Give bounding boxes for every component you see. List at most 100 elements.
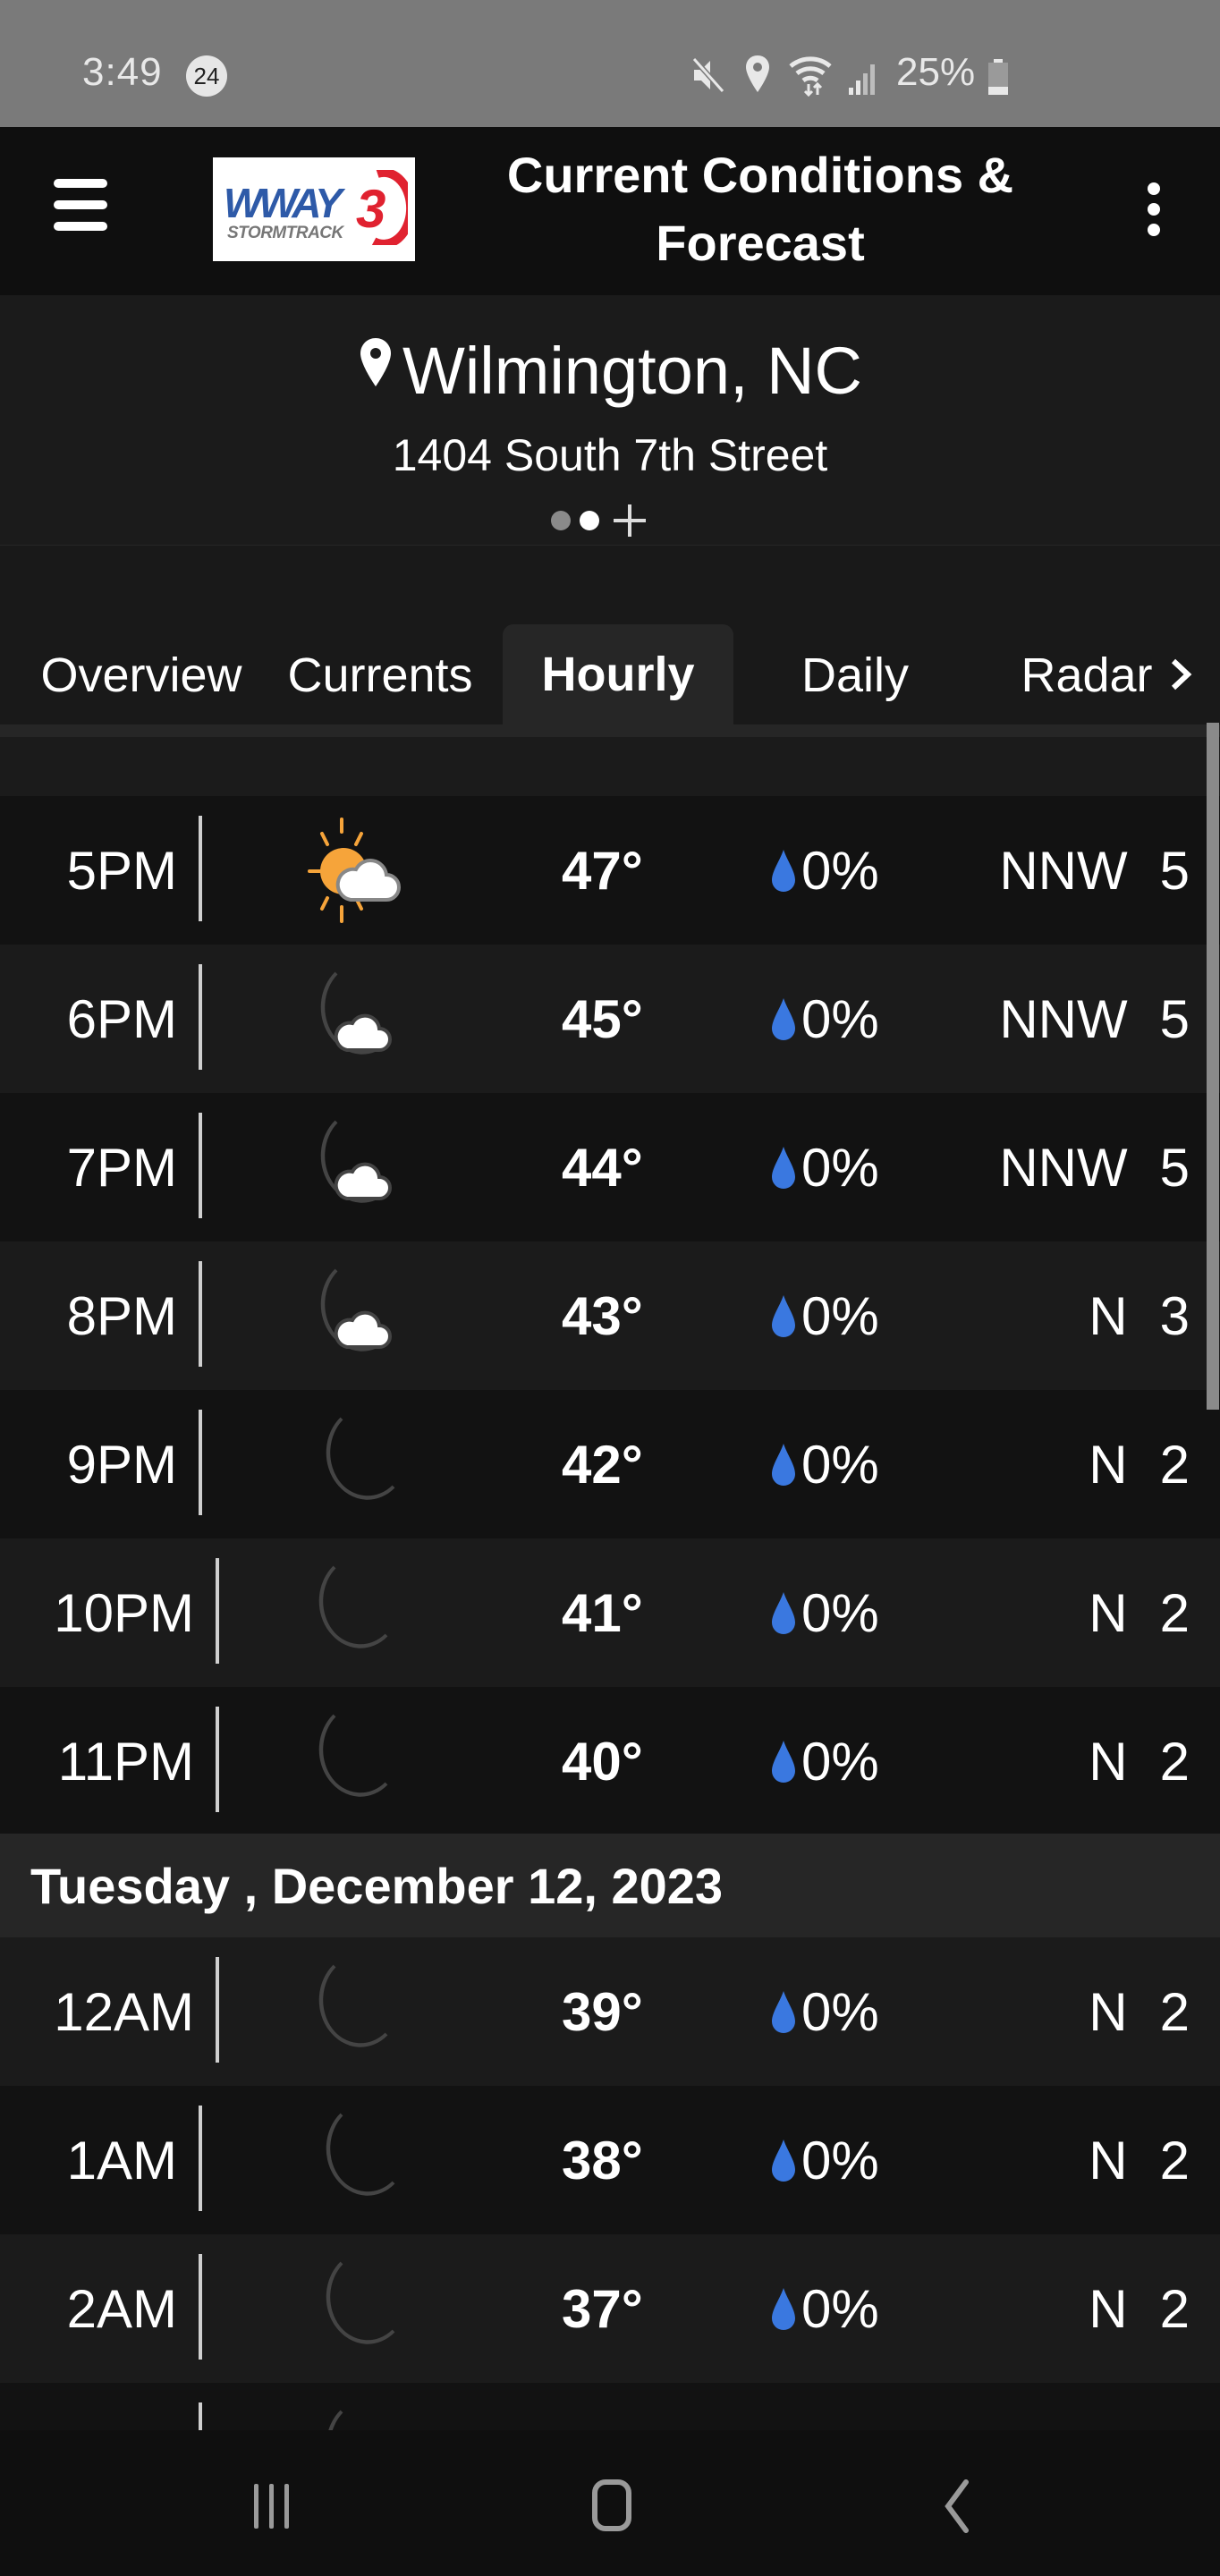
- wind: N2: [1089, 1937, 1190, 2086]
- battery-icon: [988, 59, 1008, 95]
- precip-value: 0%: [801, 988, 879, 1049]
- wind: N3: [1089, 1241, 1190, 1390]
- temperature: 47°: [562, 840, 643, 901]
- hamburger-menu-icon[interactable]: [54, 179, 111, 233]
- tab-daily[interactable]: Daily: [769, 626, 941, 724]
- wind-direction: N: [1089, 1434, 1128, 1495]
- row-divider: [216, 1558, 219, 1664]
- hour-label: 6PM: [66, 988, 177, 1049]
- temperature: 44°: [562, 1137, 643, 1198]
- hourly-row[interactable]: 11PM 40° 0% N2: [0, 1687, 1220, 1835]
- wind-speed: 2: [1159, 2130, 1190, 2190]
- tab-currents[interactable]: Currents: [274, 626, 487, 724]
- hourly-row[interactable]: 2AM 37° 0% N2: [0, 2234, 1220, 2383]
- wind-direction: N: [1089, 1981, 1128, 2042]
- wind: NNW 5: [999, 945, 1190, 1093]
- home-icon[interactable]: [577, 2475, 648, 2538]
- hour-label: 10PM: [54, 1582, 194, 1643]
- precip-chance: 0%: [769, 2234, 879, 2383]
- wind-speed: 2: [1159, 1981, 1190, 2042]
- wind-direction: N: [1089, 2130, 1128, 2190]
- precip-chance: 0%: [769, 1390, 879, 1538]
- raindrop-icon: [769, 1145, 801, 1190]
- temperature: 37°: [562, 2278, 643, 2339]
- wind-speed: 5: [1159, 988, 1190, 1049]
- scrollbar[interactable]: [1207, 723, 1219, 1410]
- temperature: 38°: [562, 2130, 643, 2190]
- date-header: Tuesday , December 12, 2023: [0, 1834, 1220, 1937]
- temperature: 41°: [562, 1582, 643, 1643]
- page-dot-active[interactable]: [580, 511, 599, 530]
- precip-chance: 0%: [769, 1538, 879, 1687]
- row-divider: [199, 964, 202, 1070]
- clear-night-icon: [318, 1565, 388, 1648]
- mute-icon: [690, 55, 726, 95]
- temperature: 43°: [562, 1285, 643, 1346]
- hourly-row[interactable]: [0, 2383, 1220, 2430]
- precip-value: 0%: [801, 1731, 879, 1792]
- recent-apps-icon[interactable]: [236, 2475, 308, 2538]
- hourly-row[interactable]: 7PM 44° 0% NNW 5: [0, 1093, 1220, 1241]
- hour-label: 12AM: [54, 1981, 194, 2042]
- raindrop-icon: [769, 2138, 801, 2182]
- clear-night-icon: [318, 1714, 388, 1797]
- system-nav-bar: [0, 2430, 1220, 2576]
- wind: N2: [1089, 1687, 1190, 1835]
- clear-night-icon: [326, 1417, 395, 1500]
- precip-value: 0%: [801, 1137, 879, 1198]
- hourly-row[interactable]: 1AM 38° 0% N2: [0, 2086, 1220, 2234]
- add-location-icon[interactable]: [614, 504, 646, 537]
- wind-speed: 2: [1159, 1731, 1190, 1792]
- location-address: 1404 South 7th Street: [392, 430, 828, 480]
- back-icon[interactable]: [921, 2475, 993, 2538]
- hourly-row[interactable]: 8PM 43° 0% N3: [0, 1241, 1220, 1390]
- hourly-row[interactable]: 6PM 45° 0% NNW 5: [0, 945, 1220, 1093]
- tab-hourly[interactable]: Hourly: [503, 624, 733, 724]
- tab-underline: [0, 724, 1220, 737]
- hourly-row[interactable]: 5PM 47° 0% NNW 5: [0, 796, 1220, 945]
- wind-direction: N: [1089, 1582, 1128, 1643]
- status-bar: 3:49 24 25%: [0, 0, 1220, 127]
- logo-3-icon: 3: [356, 170, 408, 245]
- wind-direction: NNW: [999, 988, 1128, 1049]
- hourly-row[interactable]: 9PM 42° 0% N2: [0, 1390, 1220, 1538]
- precip-value: 0%: [801, 1285, 879, 1346]
- hour-label: 1AM: [66, 2130, 177, 2190]
- raindrop-icon: [769, 1293, 801, 1338]
- tab-overview[interactable]: Overview: [27, 626, 256, 724]
- hour-label: 8PM: [66, 1285, 177, 1346]
- hourly-row[interactable]: 12AM 39° 0% N2: [0, 1937, 1220, 2086]
- tabs-scroll-right-icon[interactable]: [1168, 658, 1195, 691]
- battery-percent: 25%: [896, 50, 976, 94]
- wind-speed: 5: [1159, 840, 1190, 901]
- wind-direction: NNW: [999, 840, 1128, 901]
- location-pager: [551, 503, 646, 538]
- precip-chance: 0%: [769, 1241, 879, 1390]
- hour-label: 7PM: [66, 1137, 177, 1198]
- precip-value: 0%: [801, 1981, 879, 2042]
- row-divider: [216, 1707, 219, 1812]
- location-icon: [744, 54, 771, 95]
- precip-value: 0%: [801, 1434, 879, 1495]
- wind-speed: 2: [1159, 1434, 1190, 1495]
- hourly-list[interactable]: 5PM 47° 0% NNW 5 6PM 45° 0% NNW 5 7PM 44…: [0, 737, 1220, 2430]
- wind-speed: 2: [1159, 1582, 1190, 1643]
- page-dot[interactable]: [551, 511, 571, 530]
- row-divider: [199, 816, 202, 921]
- row-divider: [199, 2254, 202, 2360]
- hour-label: 9PM: [66, 1434, 177, 1495]
- raindrop-icon: [769, 2286, 801, 2331]
- wind-direction: N: [1089, 1285, 1128, 1346]
- wind-direction: N: [1089, 2278, 1128, 2339]
- hourly-row[interactable]: 10PM 41° 0% N2: [0, 1538, 1220, 1687]
- location-header[interactable]: Wilmington, NC 1404 South 7th Street: [0, 295, 1220, 546]
- more-options-icon[interactable]: [1143, 182, 1165, 236]
- station-logo[interactable]: WWAY STORMTRACK 3: [213, 157, 415, 261]
- wind-direction: N: [1089, 1731, 1128, 1792]
- tab-radar[interactable]: Radar: [1011, 626, 1163, 724]
- precip-chance: 0%: [769, 796, 879, 945]
- row-divider: [199, 2402, 202, 2430]
- wind: N2: [1089, 1390, 1190, 1538]
- logo-wordmark: WWAY: [224, 180, 343, 226]
- row-divider: [199, 2106, 202, 2211]
